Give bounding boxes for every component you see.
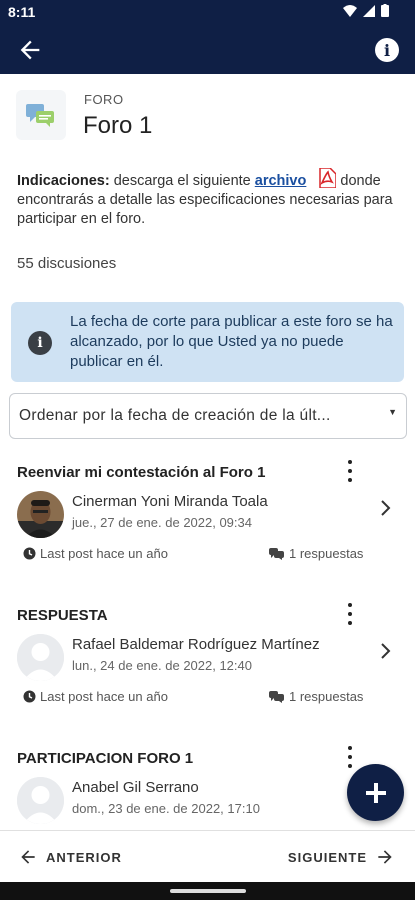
system-nav-bar xyxy=(0,882,415,900)
sort-selected-value: Ordenar por la fecha de creación de la ú… xyxy=(19,407,331,424)
avatar xyxy=(17,634,64,681)
discussion-author: Cinerman Yoni Miranda Toala xyxy=(72,493,268,510)
last-post: Last post hace un año xyxy=(23,546,168,561)
discussion-date: jue., 27 de ene. de 2022, 09:34 xyxy=(72,515,252,530)
page-title: Foro 1 xyxy=(83,112,153,139)
arrow-left-icon xyxy=(21,850,35,864)
avatar xyxy=(17,777,64,824)
instructions-text-before: descarga el siguiente xyxy=(109,173,255,189)
status-time: 8:11 xyxy=(8,4,36,20)
chevron-right-icon xyxy=(381,643,391,659)
more-options-icon[interactable] xyxy=(342,744,358,770)
status-icons xyxy=(343,4,389,17)
add-discussion-button[interactable] xyxy=(347,764,404,821)
chevron-right-icon xyxy=(381,500,391,516)
chat-bubbles-icon xyxy=(16,90,66,140)
last-post-text: Last post hace un año xyxy=(40,689,168,704)
home-indicator[interactable] xyxy=(170,889,246,893)
instructions-label: Indicaciones: xyxy=(17,173,110,189)
dropdown-caret-icon: ▼ xyxy=(388,407,397,417)
sort-select[interactable]: Ordenar por la fecha de creación de la ú… xyxy=(9,393,407,439)
comments-icon xyxy=(269,547,284,560)
previous-button[interactable]: ANTERIOR xyxy=(18,847,122,867)
alert-text: La fecha de corte para publicar a este f… xyxy=(70,313,393,370)
arrow-right-icon xyxy=(378,850,392,864)
forum-instructions: Indicaciones: descarga el siguiente arch… xyxy=(17,168,397,229)
next-button[interactable]: SIGUIENTE xyxy=(288,847,395,867)
last-post-text: Last post hace un año xyxy=(40,546,168,561)
discussion-title: RESPUESTA xyxy=(17,607,108,624)
wifi-icon xyxy=(343,4,357,17)
clock-icon xyxy=(23,690,36,703)
previous-label: ANTERIOR xyxy=(46,849,122,865)
discussion-date: lun., 24 de ene. de 2022, 12:40 xyxy=(72,658,252,673)
forum-header: FORO Foro 1 xyxy=(16,90,396,144)
clock-icon xyxy=(23,547,36,560)
arrow-left-icon[interactable] xyxy=(16,36,44,64)
replies-count: 1 respuestas xyxy=(269,546,363,561)
signal-icon xyxy=(363,4,375,17)
info-icon[interactable]: i xyxy=(375,38,399,62)
info-icon: i xyxy=(28,331,52,355)
discussion-author: Anabel Gil Serrano xyxy=(72,779,199,796)
next-label: SIGUIENTE xyxy=(287,849,367,865)
more-options-icon[interactable] xyxy=(342,458,358,484)
bottom-navigation: ANTERIOR SIGUIENTE xyxy=(0,830,415,882)
replies-count: 1 respuestas xyxy=(269,689,363,704)
avatar xyxy=(17,491,64,538)
discussion-author: Rafael Baldemar Rodríguez Martínez xyxy=(72,636,320,653)
replies-text: 1 respuestas xyxy=(289,689,364,704)
comments-icon xyxy=(269,690,284,703)
file-link[interactable]: archivo xyxy=(255,173,307,189)
forum-type-label: FORO xyxy=(84,92,124,107)
last-post: Last post hace un año xyxy=(23,689,168,704)
pdf-icon[interactable] xyxy=(318,168,337,188)
battery-icon xyxy=(381,4,389,17)
discussion-title: Reenviar mi contestación al Foro 1 xyxy=(17,464,266,481)
more-options-icon[interactable] xyxy=(342,601,358,627)
replies-text: 1 respuestas xyxy=(289,546,364,561)
app-bar: 8:11 i xyxy=(0,0,415,74)
discussion-title: PARTICIPACION FORO 1 xyxy=(17,750,194,767)
deadline-alert: i La fecha de corte para publicar a este… xyxy=(11,302,404,382)
discussion-count: 55 discusiones xyxy=(17,255,117,272)
plus-icon xyxy=(365,782,386,803)
discussion-date: dom., 23 de ene. de 2022, 17:10 xyxy=(72,801,260,816)
